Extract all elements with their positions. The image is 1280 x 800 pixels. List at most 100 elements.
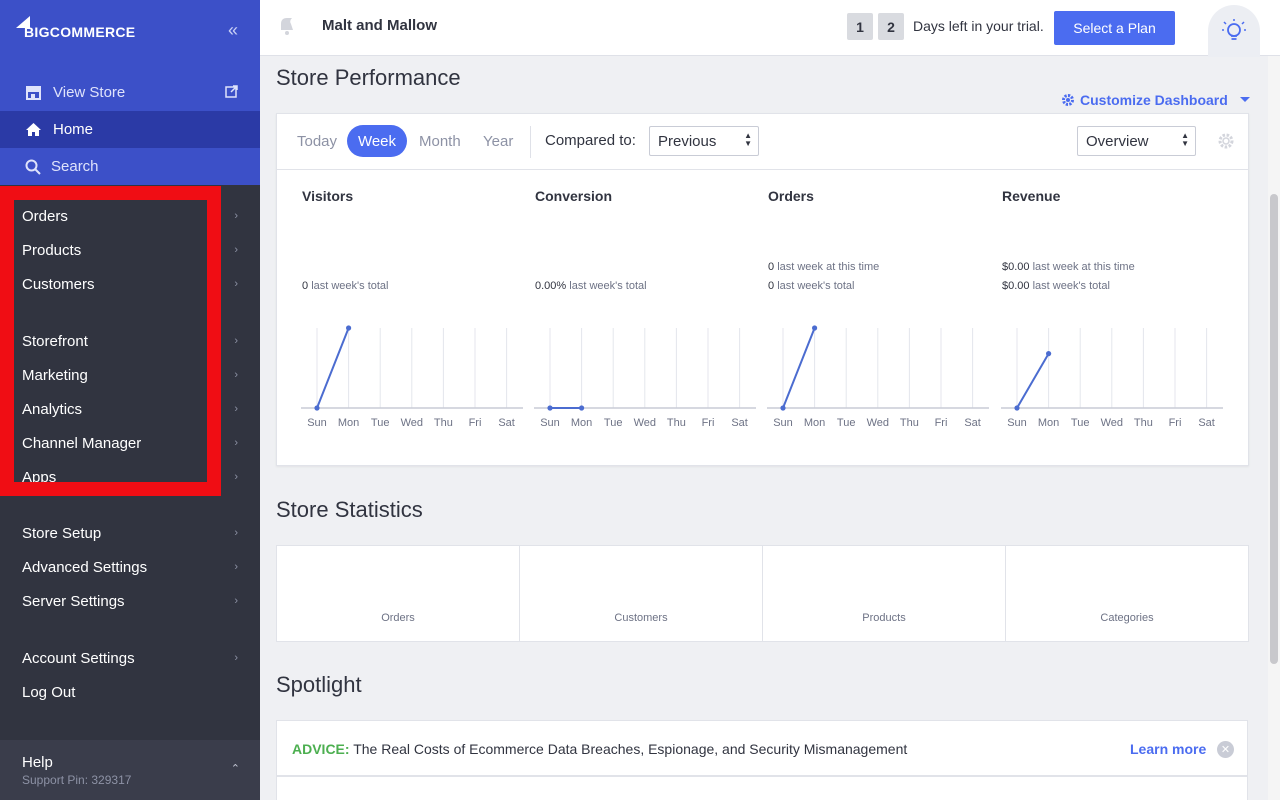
notification-bell-icon[interactable] <box>278 16 296 41</box>
sidebar-item-advanced-settings[interactable]: Advanced Settings › <box>0 550 260 584</box>
chevron-up-icon[interactable]: ⌃ <box>231 762 240 775</box>
stat-label: Categories <box>1100 612 1154 624</box>
period-today[interactable]: Today <box>287 125 347 157</box>
select-arrows-icon: ▲ ▼ <box>744 131 752 148</box>
external-link-icon <box>225 85 238 102</box>
day-tick-label: Sat <box>1198 417 1215 429</box>
sidebar-item-products[interactable]: Products › <box>0 233 260 267</box>
spotlight-title: Spotlight <box>276 672 362 697</box>
customize-dashboard-link[interactable]: Customize Dashboard <box>1061 92 1251 108</box>
day-tick-label: Tue <box>836 417 856 429</box>
metric-visitors: Visitors 0 last week's total Sun Mon Tue Wed T… <box>277 170 523 466</box>
metric-comparison-text: last week at this time <box>777 261 880 273</box>
compared-to-label: Compared to: <box>545 132 636 149</box>
sidebar-item-label: Customers <box>22 275 95 293</box>
day-tick-label: Wed <box>400 417 424 429</box>
series-line <box>1016 353 1050 409</box>
metric-orders: Orders 0 last week at this time 0 last wee… <box>743 170 989 466</box>
dismiss-close-icon[interactable]: ✕ <box>1217 741 1234 758</box>
day-tick-label: Sun <box>773 417 793 429</box>
metric-title: Conversion <box>535 188 613 204</box>
sidebar-item-marketing[interactable]: Marketing › <box>0 358 260 392</box>
data-point <box>346 325 352 331</box>
logo-mark-icon <box>16 16 30 28</box>
metric-total-value: 0.00% <box>535 280 567 292</box>
chevron-right-icon: › <box>234 471 238 483</box>
stat-orders[interactable]: Orders <box>277 546 520 641</box>
period-year[interactable]: Year <box>473 125 523 157</box>
select-plan-button[interactable]: Select a Plan <box>1054 11 1175 45</box>
settings-gear-icon[interactable] <box>1217 132 1235 155</box>
help-panel[interactable]: Help Support Pin: 329317 ⌃ <box>0 740 260 800</box>
learn-more-link[interactable]: Learn more <box>1130 741 1206 757</box>
statistics-card: Orders Customers Products Categories <box>276 545 1249 642</box>
day-tick-label: Mon <box>570 417 593 429</box>
search-icon <box>24 159 42 175</box>
data-point <box>1014 405 1020 411</box>
tips-button[interactable] <box>1208 5 1260 57</box>
metric-total-value: $0.00 <box>1002 280 1030 292</box>
chevron-right-icon: › <box>234 244 238 256</box>
sidebar-item-apps[interactable]: Apps › <box>0 460 260 494</box>
sidebar-item-analytics[interactable]: Analytics › <box>0 392 260 426</box>
sidebar-item-label: Account Settings <box>22 649 135 667</box>
sidebar-item-channel-manager[interactable]: Channel Manager › <box>0 426 260 460</box>
sidebar-top: BIGCOMMERCE « View Store Home Search <box>0 0 260 185</box>
lightbulb-icon <box>1222 19 1246 40</box>
stat-products[interactable]: Products <box>763 546 1006 641</box>
day-tick-label: Thu <box>666 417 686 429</box>
sidebar-item-storefront[interactable]: Storefront › <box>0 324 260 358</box>
sidebar-item-orders[interactable]: Orders › <box>0 199 260 233</box>
day-tick-label: Sun <box>1007 417 1027 429</box>
day-tick-label: Tue <box>1070 417 1090 429</box>
sidebar-item-account-settings[interactable]: Account Settings › <box>0 641 260 675</box>
metric-line-chart <box>534 328 756 411</box>
day-axis: Sun Mon Tue Wed Thu Fri Sat <box>301 417 523 431</box>
data-point <box>579 405 585 411</box>
sidebar-item-server-settings[interactable]: Server Settings › <box>0 584 260 618</box>
page-scrollbar[interactable] <box>1268 56 1280 800</box>
sidebar-item-store-setup[interactable]: Store Setup › <box>0 516 260 550</box>
period-week[interactable]: Week <box>347 125 407 157</box>
sidebar-item-label: Analytics <box>22 400 83 418</box>
select-arrows-icon: ▲ ▼ <box>1181 131 1189 148</box>
metric-total-line: 0 last week's total <box>302 280 389 292</box>
series-line <box>782 327 816 409</box>
sidebar-item-log-out[interactable]: Log Out <box>0 675 260 709</box>
sidebar-item-customers[interactable]: Customers › <box>0 267 260 301</box>
metric-title: Revenue <box>1002 188 1061 204</box>
metric-total-text: last week's total <box>1032 280 1110 292</box>
stat-label: Customers <box>614 612 668 624</box>
day-tick-label: Thu <box>899 417 919 429</box>
data-point <box>314 405 320 411</box>
support-pin: Support Pin: 329317 <box>22 773 132 787</box>
stat-customers[interactable]: Customers <box>520 546 763 641</box>
view-select[interactable]: Overview ▲ ▼ <box>1077 126 1196 156</box>
metric-total-line: 0.00% last week's total <box>535 280 647 292</box>
chevron-right-icon: › <box>234 652 238 664</box>
storefront-icon <box>24 85 42 100</box>
data-point <box>547 405 553 411</box>
scrollbar-thumb[interactable] <box>1270 194 1278 664</box>
day-tick-label: Fri <box>1168 417 1182 429</box>
data-point <box>1046 351 1052 357</box>
view-store-link[interactable]: View Store <box>0 74 260 111</box>
stat-categories[interactable]: Categories <box>1006 546 1248 641</box>
day-tick-label: Wed <box>866 417 890 429</box>
view-select-value: Overview <box>1086 132 1149 150</box>
brand-logo[interactable]: BIGCOMMERCE <box>14 14 135 40</box>
sidebar-item-search[interactable]: Search <box>0 148 260 185</box>
store-performance-title: Store Performance <box>276 65 461 90</box>
sidebar-item-label: Products <box>22 241 82 259</box>
day-tick-label: Sun <box>540 417 560 429</box>
sidebar-item-label: Server Settings <box>22 592 125 610</box>
sidebar-item-label: Log Out <box>22 683 76 701</box>
metric-line-chart <box>767 325 989 411</box>
period-month[interactable]: Month <box>409 125 471 157</box>
collapse-sidebar-icon[interactable]: « <box>228 20 238 41</box>
compared-to-select[interactable]: Previous ▲ ▼ <box>649 126 759 156</box>
spotlight-row-partial <box>276 776 1248 800</box>
sidebar-item-home[interactable]: Home <box>0 111 260 148</box>
day-tick-label: Tue <box>603 417 623 429</box>
sidebar-item-label: Store Setup <box>22 524 102 542</box>
